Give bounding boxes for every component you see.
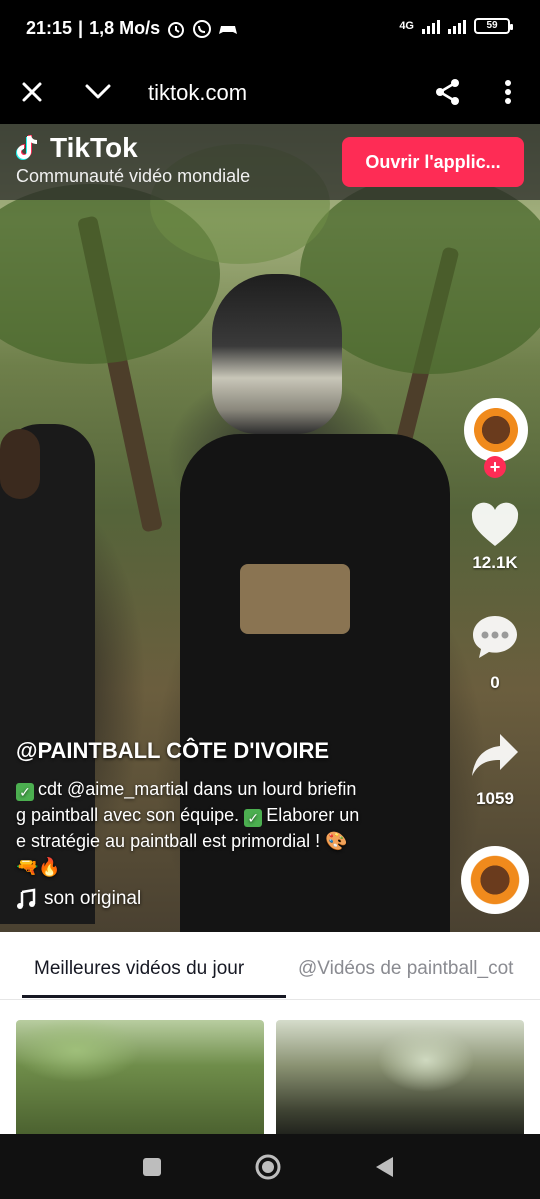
- comment-count: 0: [490, 673, 500, 692]
- person-background-head: [0, 429, 40, 499]
- video-tabs: Meilleures vidéos du jour @Vidéos de pai…: [0, 932, 540, 1000]
- description-line4: 🔫🔥: [16, 857, 61, 877]
- recents-icon[interactable]: [137, 1152, 167, 1182]
- more-vertical-icon[interactable]: [490, 74, 526, 110]
- avatar-image: [468, 402, 524, 458]
- share-arrow-icon: [472, 734, 518, 776]
- check-icon: ✓: [16, 783, 34, 801]
- video-thumbnail[interactable]: [276, 1020, 524, 1134]
- tiktok-brand: TikTok: [50, 132, 138, 163]
- description-line2b: Elaborer un: [266, 805, 360, 825]
- description-line1: cdt @aime_martial dans un lourd briefin: [38, 779, 357, 799]
- status-right: 4G 59: [399, 18, 513, 34]
- paintball-mask: [212, 274, 342, 434]
- description-line2: g paintball avec son équipe.: [16, 805, 240, 825]
- url-text[interactable]: tiktok.com: [148, 80, 247, 106]
- description-line3: e stratégie au paintball est primordial …: [16, 831, 348, 851]
- like-count: 12.1K: [472, 553, 518, 572]
- video-caption: @PAINTBALL CÔTE D'IVOIRE ✓ cdt @aime_mart…: [16, 738, 436, 880]
- video-grid: [0, 1000, 540, 1134]
- comment-icon: [473, 616, 517, 658]
- sound-name: son original: [44, 888, 142, 909]
- share-video-button[interactable]: 1059: [462, 732, 528, 809]
- check-icon: ✓: [244, 809, 263, 827]
- music-note-icon: [17, 888, 36, 909]
- back-icon[interactable]: [369, 1152, 399, 1182]
- video-thumbnail[interactable]: [16, 1020, 264, 1134]
- close-icon[interactable]: [14, 74, 50, 110]
- open-app-button[interactable]: Ouvrir l'applic...: [342, 137, 524, 187]
- share-count: 1059: [476, 789, 514, 808]
- chevron-down-icon[interactable]: [80, 74, 116, 110]
- video-description: ✓ cdt @aime_martial dans un lourd briefin…: [16, 776, 436, 880]
- comment-button[interactable]: 0: [462, 612, 528, 693]
- follow-plus-icon[interactable]: +: [484, 456, 506, 478]
- battery-level: 59: [486, 20, 498, 31]
- sound-disc-image: [466, 851, 524, 909]
- sound-disc[interactable]: [461, 846, 529, 914]
- active-tab-indicator: [22, 995, 286, 998]
- creator-avatar[interactable]: [464, 398, 528, 462]
- home-icon[interactable]: [253, 1152, 283, 1182]
- tiktok-note-icon: [16, 135, 38, 160]
- share-icon[interactable]: [430, 74, 466, 110]
- gamepad-icon: [219, 25, 238, 34]
- signal-icon: [422, 18, 440, 34]
- browser-toolbar: tiktok.com: [0, 60, 540, 124]
- whatsapp-icon: [193, 19, 212, 38]
- status-separator: |: [78, 18, 84, 38]
- vest-pouch: [240, 564, 350, 634]
- tiktok-banner: TikTok Communauté vidéo mondiale Ouvrir …: [0, 124, 540, 200]
- tab-paintball-videos[interactable]: @Vidéos de paintball_cot: [298, 958, 513, 980]
- tab-top-videos[interactable]: Meilleures vidéos du jour: [34, 958, 244, 980]
- status-data-rate: 1,8 Mo/s: [89, 18, 161, 38]
- status-left: 21:15 | 1,8 Mo/s: [26, 18, 238, 39]
- tiktok-logo[interactable]: TikTok: [16, 132, 138, 164]
- signal-icon-2: [448, 18, 466, 34]
- status-time: 21:15: [26, 18, 73, 38]
- video-username[interactable]: @PAINTBALL CÔTE D'IVOIRE: [16, 738, 436, 764]
- system-nav-bar: [0, 1134, 540, 1199]
- status-bar: 21:15 | 1,8 Mo/s 4G 59: [0, 0, 540, 60]
- like-button[interactable]: 12.1K: [462, 502, 528, 573]
- heart-icon: [471, 502, 519, 546]
- alarm-icon: [168, 21, 185, 38]
- battery-icon: 59: [474, 18, 513, 34]
- sound-label[interactable]: son original: [16, 888, 141, 910]
- tiktok-tagline: Communauté vidéo mondiale: [16, 166, 251, 186]
- network-type: 4G: [399, 20, 414, 32]
